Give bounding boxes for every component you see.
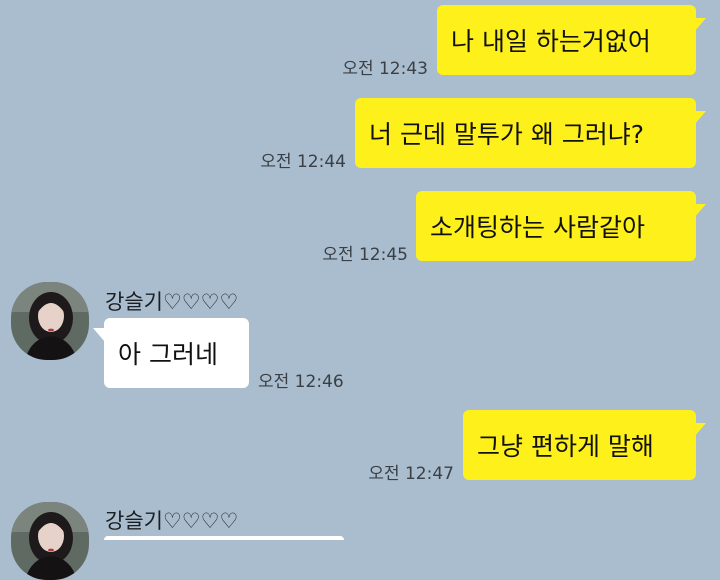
my-message-bubble[interactable]: 그냥 편하게 말해 xyxy=(463,410,696,480)
message-text: 소개팅하는 사람같아 xyxy=(430,213,645,242)
other-message-bubble[interactable] xyxy=(104,536,344,540)
message-text: 그냥 편하게 말해 xyxy=(477,432,654,461)
message-time: 오전 12:43 xyxy=(342,59,428,79)
message-time: 오전 12:46 xyxy=(258,372,344,392)
other-message-bubble[interactable]: 아 그러네 xyxy=(104,318,249,388)
my-message-bubble[interactable]: 너 근데 말투가 왜 그러냐? xyxy=(355,98,696,168)
message-time: 오전 12:45 xyxy=(322,245,408,265)
profile-photo xyxy=(11,282,89,360)
sender-name: 강슬기♡♡♡♡ xyxy=(105,290,239,314)
my-message-bubble[interactable]: 소개팅하는 사람같아 xyxy=(416,191,696,261)
profile-avatar[interactable] xyxy=(11,282,89,360)
chat-room[interactable]: 오전 12:43 나 내일 하는거없어 오전 12:44 너 근데 말투가 왜 … xyxy=(0,0,720,580)
my-message-bubble[interactable]: 나 내일 하는거없어 xyxy=(437,5,696,75)
message-text: 아 그러네 xyxy=(118,340,218,369)
profile-photo xyxy=(11,502,89,580)
message-text: 나 내일 하는거없어 xyxy=(451,27,651,56)
profile-avatar[interactable] xyxy=(11,502,89,580)
message-time: 오전 12:47 xyxy=(368,464,454,484)
message-text: 너 근데 말투가 왜 그러냐? xyxy=(369,120,645,149)
message-time: 오전 12:44 xyxy=(260,152,346,172)
sender-name: 강슬기♡♡♡♡ xyxy=(105,509,239,533)
